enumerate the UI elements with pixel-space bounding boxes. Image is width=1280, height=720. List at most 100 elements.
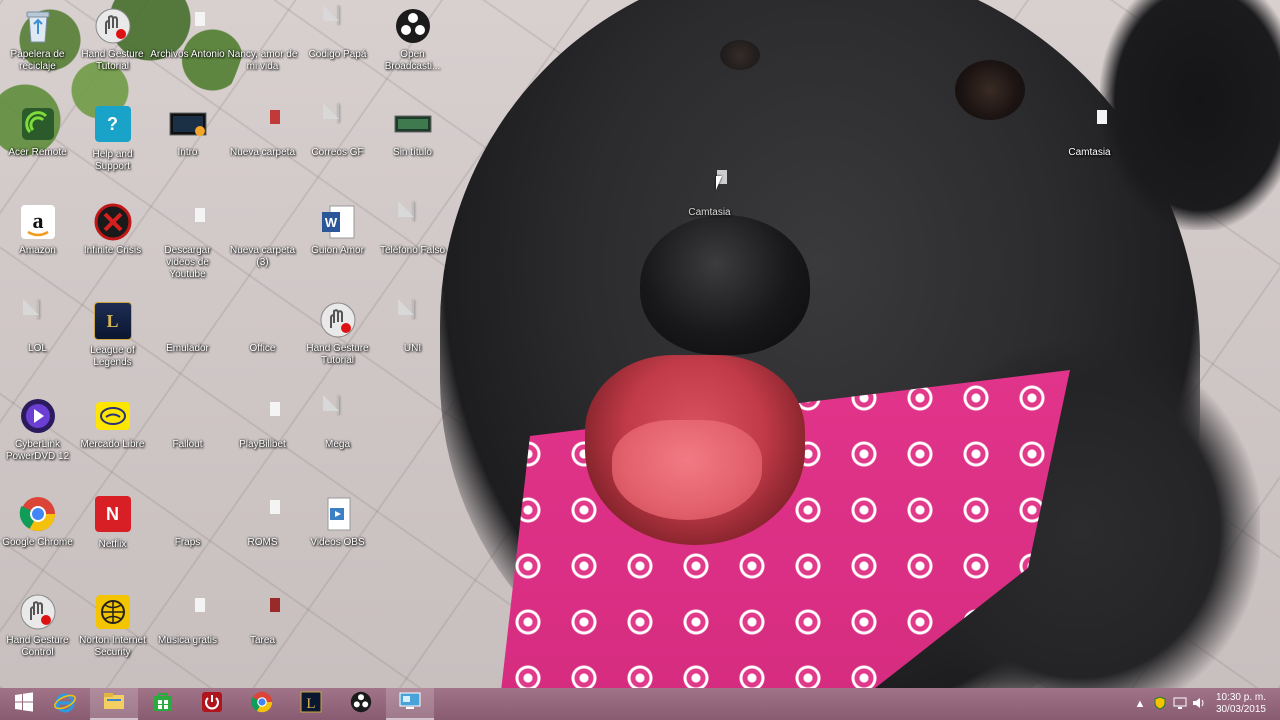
desktop-icon-hand-gesture-control[interactable]: Hand Gesture Control	[0, 592, 75, 659]
desktop-icon-label: Guion Amor	[311, 245, 364, 256]
desktop-icon-label: Correos GF	[311, 147, 364, 158]
taskbar-store[interactable]	[139, 688, 187, 720]
desktop-icon-infinite-crisis[interactable]: Infinite Crisis	[75, 202, 150, 257]
desktop-icon-emulador[interactable]: Emulador	[150, 300, 225, 355]
desktop-icon-google-chrome[interactable]: Google Chrome	[0, 494, 75, 549]
taskbar-chrome[interactable]	[238, 688, 286, 720]
clock-date: 30/03/2015	[1215, 704, 1266, 715]
desktop-icon-powerdvd[interactable]: CyberLink PowerDVD 12	[0, 396, 75, 463]
windows-logo-icon	[14, 691, 34, 717]
tray-volume-icon[interactable]	[1190, 696, 1206, 712]
desktop-icon-norton[interactable]: Norton Internet Security	[75, 592, 150, 659]
desktop-icon-hand-gesture-tutorial[interactable]: Hand Gesture Tutorial	[75, 6, 150, 73]
tray-security-icon[interactable]	[1152, 695, 1168, 712]
desktop-icon-office[interactable]: Office	[225, 300, 300, 355]
svg-text:L: L	[306, 696, 315, 712]
taskbar-internet-explorer[interactable]	[41, 688, 89, 720]
obs-icon	[349, 690, 373, 719]
powerdvd-icon	[18, 396, 58, 436]
desktop-icon-fallout[interactable]: Fallout	[150, 396, 225, 451]
desktop-icon-tarea[interactable]: Tarea	[225, 592, 300, 647]
desktop-icon-videos-obs[interactable]: Videos OBS	[300, 494, 375, 549]
desktop-icon-fraps[interactable]: Fraps	[150, 494, 225, 549]
desktop-icon-label: Infinite Crisis	[83, 245, 142, 256]
desktop-icon-recycle-bin[interactable]: Papelera de reciclaje	[0, 6, 75, 73]
folder-icon	[168, 300, 208, 340]
desktop-icon-league-of-legends[interactable]: L League of Legends	[75, 300, 150, 369]
desktop-icon-label: UNI	[403, 343, 422, 354]
desktop-icon-archivos-antonio[interactable]: Archivos Antonio	[150, 6, 225, 61]
chrome-icon	[18, 494, 58, 534]
document-icon	[18, 299, 58, 340]
norton-icon	[93, 592, 133, 632]
desktop-icon-codigo-papa[interactable]: Codigo Papá	[300, 5, 375, 61]
desktop-icon-label: LOL	[28, 343, 47, 354]
desktop-icon-sin-titulo[interactable]: Sin título	[375, 104, 450, 159]
wallpaper-dog-tongue	[612, 420, 762, 520]
desktop-icon-descargar-videos[interactable]: Descargar videos de Youtube	[150, 202, 225, 281]
netflix-icon: N	[93, 496, 133, 536]
desktop-icon-hand-gesture-tutorial-2[interactable]: Hand Gesture Tutorial	[300, 300, 375, 367]
video-file-icon	[318, 494, 358, 534]
taskbar-shutdown[interactable]	[188, 688, 236, 720]
desktop-icon-nueva-carpeta-3[interactable]: Nueva carpeta (3)	[225, 202, 300, 269]
desktop-icon-label: Help and Support	[92, 149, 133, 172]
desktop-icon-intro[interactable]: Intro	[150, 104, 225, 159]
desktop-icon-label: Videos OBS	[310, 537, 365, 548]
desktop-icon-correos-gf[interactable]: Correos GF	[300, 103, 375, 159]
desktop-icon-label: Nueva carpeta	[229, 147, 296, 158]
tray-clock[interactable]: 10:30 p. m. 30/03/2015	[1216, 692, 1266, 716]
taskbar-desktop-app[interactable]	[386, 688, 434, 720]
desktop-icon-nancy[interactable]: Nancy, amor de mi vida	[225, 6, 300, 73]
desktop-icon-label: Archivos Antonio	[150, 49, 225, 60]
desktop-icon-label: Camtasia	[688, 207, 731, 218]
desktop-icon-open-broadcaster[interactable]: Open Broadcasti...	[375, 6, 450, 73]
folder-icon	[168, 592, 208, 632]
speaker-icon	[1191, 696, 1205, 713]
desktop-icon-help-and-support[interactable]: ? Help and Support	[75, 104, 150, 173]
svg-text:a: a	[32, 208, 43, 233]
desktop-icon-roms[interactable]: ROMS	[225, 494, 300, 549]
desktop-icon-musica-gratis[interactable]: Musica gratis	[150, 592, 225, 647]
desktop-icon-camtasia[interactable]: Camtasia	[1052, 104, 1127, 159]
desktop-icon-label: Hand Gesture Control	[6, 635, 69, 658]
network-icon	[1173, 696, 1187, 713]
tray-network-icon[interactable]	[1172, 696, 1188, 712]
taskbar-file-explorer[interactable]	[90, 688, 138, 720]
taskbar: L ▲ 10:30 p. m. 30/03/2015	[0, 688, 1280, 720]
desktop-icon-label: Fallout	[172, 439, 203, 450]
taskbar-league-of-legends[interactable]: L	[287, 688, 335, 720]
hand-gesture-icon	[18, 592, 58, 632]
desktop-icon-lol[interactable]: LOL	[0, 299, 75, 355]
desktop-icon-label: Netflix	[98, 539, 127, 550]
wallpaper-dog-eye	[720, 40, 760, 70]
desktop-icon-camtasia-dragging[interactable]: Camtasia	[672, 164, 747, 219]
desktop-icon-label: Intro	[177, 147, 198, 158]
folder-icon	[243, 104, 283, 144]
desktop-icon-acer-remote[interactable]: Acer Remote	[0, 104, 75, 159]
desktop-icon-amazon[interactable]: a Amazon	[0, 202, 75, 257]
desktop-icon-netflix[interactable]: N Netflix	[75, 494, 150, 551]
desktop-icon-guion-amor[interactable]: W Guion Amor	[300, 202, 375, 257]
recycle-bin-icon	[18, 6, 58, 46]
league-icon: L	[299, 690, 323, 719]
desktop-icon-label: Hand Gesture Tutorial	[306, 343, 369, 366]
desktop-icon-nueva-carpeta[interactable]: Nueva carpeta	[225, 104, 300, 159]
tray-show-hidden-button[interactable]: ▲	[1132, 696, 1148, 712]
desktop-icon-mega[interactable]: Mega	[300, 395, 375, 451]
folder-icon	[690, 164, 730, 204]
folder-icon	[243, 202, 283, 242]
file-explorer-icon	[102, 689, 126, 718]
obs-icon	[393, 6, 433, 46]
taskbar-obs[interactable]	[337, 688, 385, 720]
desktop-icon-telefono-falso[interactable]: Teléfono Falso	[375, 201, 450, 257]
desktop-icon-mercado-libre[interactable]: Mercado Libre	[75, 396, 150, 451]
document-icon	[393, 201, 433, 242]
desktop-icon-label: Fraps	[174, 537, 201, 548]
folder-icon	[243, 300, 283, 340]
desktop-icon-label: Musica gratis	[158, 635, 217, 646]
desktop-icon-label: Amazon	[19, 245, 56, 256]
desktop-icon-uni[interactable]: UNI	[375, 299, 450, 355]
desktop-icon-playbillbet[interactable]: PlayBillbet	[225, 396, 300, 451]
league-icon: L	[93, 302, 133, 342]
